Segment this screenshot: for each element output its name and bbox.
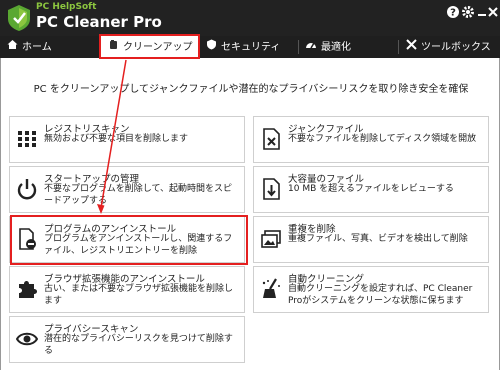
card-startup-manager[interactable]: スタートアップの管理 不要なプログラムを削除して、起動時間をスピードアップする — [9, 166, 245, 213]
card-description: 自動クリーニングを設定すれば、PC Cleaner Proがシステムをクリーンな… — [288, 284, 473, 306]
tools-icon — [405, 36, 417, 58]
card-description: 不要なファイルを削除してディスク領域を開放 — [288, 134, 477, 144]
card-description: 10 MB を超えるファイルをレビューする — [288, 184, 454, 194]
card-description: 潜在的なプライバシーリスクを見つけて削除する — [44, 334, 233, 356]
svg-text:?: ? — [450, 8, 456, 19]
eye-icon — [16, 332, 38, 346]
card-description: 重複ファイル、写真、ビデオを検出して削除 — [288, 234, 468, 244]
brand-company: PC HelpSoft — [36, 2, 97, 12]
main-tabs: ホーム クリーンアップ セキュリティ 最適化 ツールボックス — [0, 36, 500, 58]
large-file-icon — [263, 178, 280, 200]
tab-toolbox-label: ツールボックス — [421, 42, 491, 53]
shield-icon — [205, 36, 217, 58]
tab-home[interactable]: ホーム — [0, 36, 99, 58]
tab-toolbox[interactable]: ツールボックス — [399, 36, 500, 58]
card-highlight-box — [10, 215, 248, 265]
card-registry-scan[interactable]: レジストリスキャン 無効および不要な項目を削除します — [9, 116, 245, 163]
help-icon[interactable]: ? — [446, 5, 460, 19]
card-privacy-scan[interactable]: プライバシースキャン 潜在的なプライバシーリスクを見つけて削除する — [9, 316, 245, 363]
tab-home-label: ホーム — [22, 42, 52, 53]
tab-highlight-box — [99, 34, 200, 59]
card-remove-duplicates[interactable]: 重複を削除 重複ファイル、写真、ビデオを検出して削除 — [253, 216, 489, 263]
auto-clean-icon — [262, 278, 280, 298]
gear-icon[interactable] — [461, 5, 475, 19]
speedometer-icon — [305, 36, 317, 58]
card-description: 不要なプログラムを削除して、起動時間をスピードアップする — [44, 184, 233, 206]
junk-file-icon — [263, 128, 280, 150]
tab-security[interactable]: セキュリティ — [199, 36, 297, 58]
card-large-files[interactable]: 大容量のファイル 10 MB を超えるファイルをレビューする — [253, 166, 489, 213]
card-auto-cleaning[interactable]: 自動クリーニング 自動クリーニングを設定すれば、PC Cleaner Proがシ… — [253, 266, 489, 313]
card-description: 古い、または不要なブラウザ拡張機能を削除します — [44, 284, 234, 306]
card-browser-extensions[interactable]: ブラウザ拡張機能のアンインストール 古い、または不要なブラウザ拡張機能を削除しま… — [9, 266, 245, 313]
tab-security-label: セキュリティ — [221, 42, 281, 53]
grid-icon — [18, 131, 36, 147]
cleanup-panel: PC をクリーンアップしてジャンクファイルや潜在的なプライバシーリスクを取り除き… — [0, 58, 500, 370]
title-bar: PC HelpSoft PC Cleaner Pro ? — [0, 0, 500, 36]
panel-headline: PC をクリーンアップしてジャンクファイルや潜在的なプライバシーリスクを取り除き… — [33, 84, 469, 95]
tab-optimize[interactable]: 最適化 — [299, 36, 397, 58]
pc-cleaner-logo-icon — [8, 5, 30, 31]
puzzle-icon — [19, 281, 37, 298]
tab-optimize-label: 最適化 — [321, 42, 351, 53]
app-title: PC Cleaner Pro — [36, 13, 162, 31]
duplicate-icon — [261, 230, 281, 248]
home-icon — [6, 36, 18, 58]
card-description: 無効および不要な項目を削除します — [44, 134, 189, 144]
card-junk-files[interactable]: ジャンクファイル 不要なファイルを削除してディスク領域を開放 — [253, 116, 489, 163]
power-icon — [17, 179, 37, 200]
close-icon[interactable] — [486, 5, 500, 19]
